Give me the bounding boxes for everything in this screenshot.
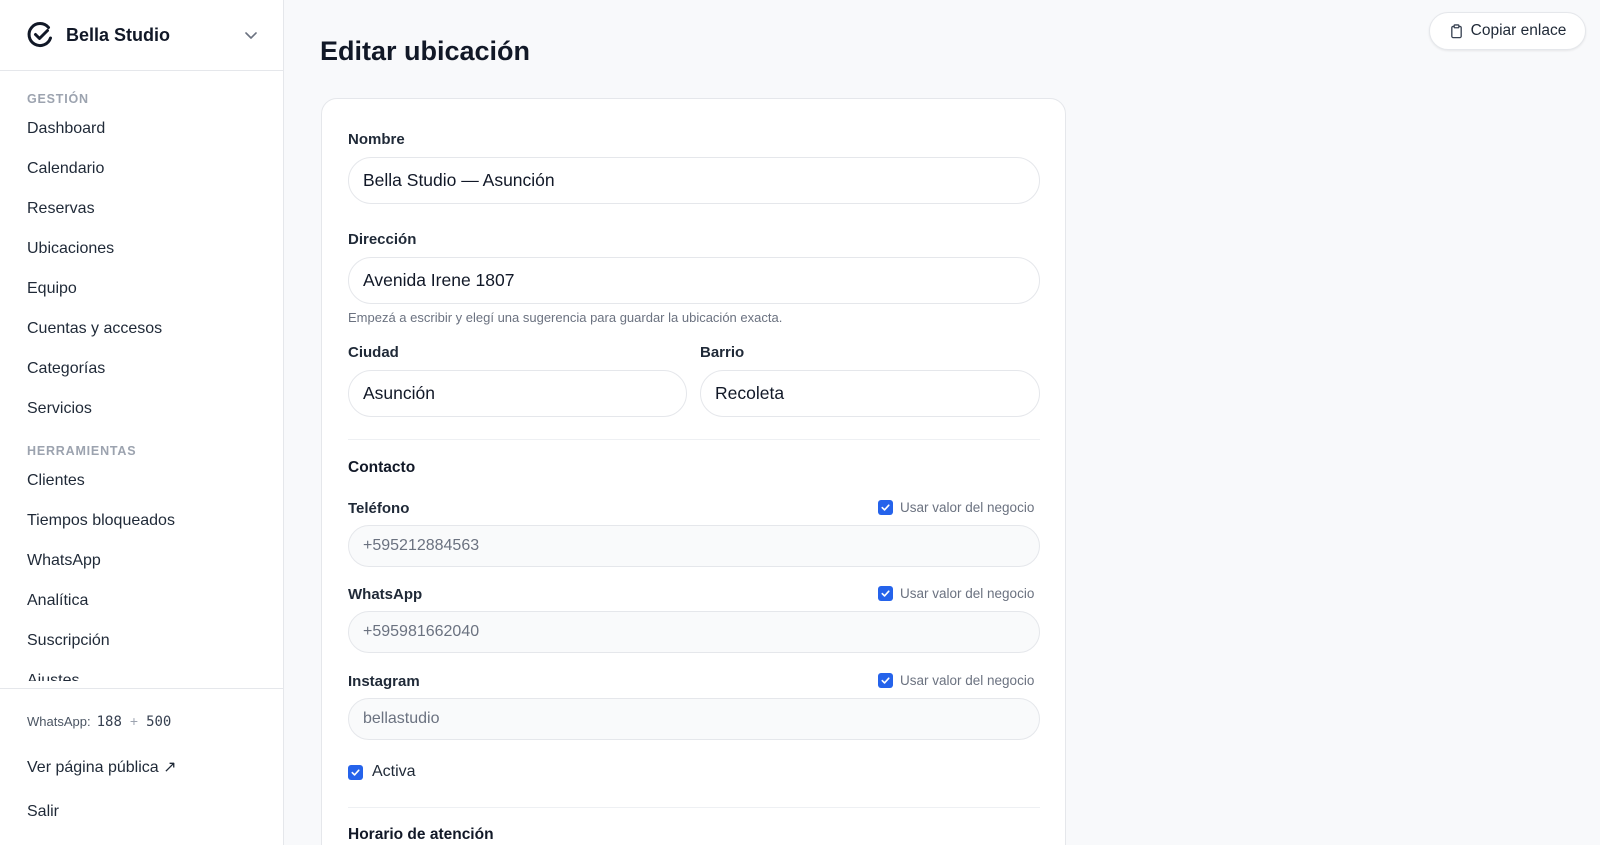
copy-link-button[interactable]: Copiar enlace xyxy=(1429,12,1586,50)
clipboard-icon xyxy=(1449,23,1464,39)
nav-item-whatsapp[interactable]: WhatsApp xyxy=(0,541,283,581)
whatsapp-input[interactable]: +595981662040 xyxy=(348,611,1040,653)
nav-item-ajustes[interactable]: Ajustes xyxy=(0,661,283,681)
chevron-down-icon xyxy=(243,27,259,43)
checkbox-checked-icon[interactable] xyxy=(878,500,893,515)
nav-item-clientes[interactable]: Clientes xyxy=(0,461,283,501)
whatsapp-credits-used: 188 xyxy=(96,714,122,730)
activa-label: Activa xyxy=(372,763,416,780)
whatsapp-use-business[interactable]: Usar valor del negocio xyxy=(878,586,1034,601)
page-title: Editar ubicación xyxy=(320,36,531,66)
instagram-input[interactable]: bellastudio xyxy=(348,698,1040,740)
activa-toggle[interactable]: Activa xyxy=(348,763,416,781)
sidebar-footer: WhatsApp: 188 + 500 Ver página pública ↗… xyxy=(0,688,283,845)
check-circle-logo-icon xyxy=(26,21,54,49)
nombre-input[interactable]: Bella Studio — Asunción xyxy=(348,157,1040,204)
nav-item-categorias[interactable]: Categorías xyxy=(0,349,283,389)
direccion-hint: Empezá a escribir y elegí una sugerencia… xyxy=(348,310,783,325)
telefono-use-business-label: Usar valor del negocio xyxy=(900,500,1035,515)
copy-link-label: Copiar enlace xyxy=(1470,22,1567,39)
whatsapp-label: WhatsApp xyxy=(348,586,423,603)
nav-item-tiempos-bloqueados[interactable]: Tiempos bloqueados xyxy=(0,501,283,541)
business-name: Bella Studio xyxy=(66,24,171,45)
location-form-card: Nombre Bella Studio — Asunción Dirección… xyxy=(321,98,1066,845)
telefono-use-business[interactable]: Usar valor del negocio xyxy=(878,500,1034,515)
nav-item-ubicaciones[interactable]: Ubicaciones xyxy=(0,229,283,269)
barrio-label: Barrio xyxy=(700,344,745,361)
nav-item-suscripcion[interactable]: Suscripción xyxy=(0,621,283,661)
nav-item-servicios[interactable]: Servicios xyxy=(0,389,283,429)
business-switcher[interactable]: Bella Studio xyxy=(0,0,283,71)
barrio-input[interactable]: Recoleta xyxy=(700,370,1040,417)
nav-item-cuentas-accesos[interactable]: Cuentas y accesos xyxy=(0,309,283,349)
divider xyxy=(348,807,1040,808)
instagram-use-business[interactable]: Usar valor del negocio xyxy=(878,673,1034,688)
whatsapp-credits-plus: + xyxy=(129,713,139,729)
direccion-input[interactable]: Avenida Irene 1807 xyxy=(348,257,1040,304)
nav-item-reservas[interactable]: Reservas xyxy=(0,189,283,229)
nav-item-analitica[interactable]: Analítica xyxy=(0,581,283,621)
logout-link[interactable]: Salir xyxy=(27,803,256,821)
nav-item-dashboard[interactable]: Dashboard xyxy=(0,109,283,149)
direccion-label: Dirección xyxy=(348,231,417,248)
checkbox-checked-icon[interactable] xyxy=(878,586,893,601)
public-page-link[interactable]: Ver página pública ↗ xyxy=(27,757,256,777)
instagram-use-business-label: Usar valor del negocio xyxy=(900,673,1035,688)
sidebar: Bella Studio GESTIÓN Dashboard Calendari… xyxy=(0,0,284,845)
nav-section-herramientas: HERRAMIENTAS xyxy=(27,444,137,458)
whatsapp-use-business-label: Usar valor del negocio xyxy=(900,586,1035,601)
divider xyxy=(348,439,1040,440)
telefono-input[interactable]: +595212884563 xyxy=(348,525,1040,567)
sidebar-nav: GESTIÓN Dashboard Calendario Reservas Ub… xyxy=(0,71,283,688)
nav-item-equipo[interactable]: Equipo xyxy=(0,269,283,309)
whatsapp-credits-extra: 500 xyxy=(146,714,172,730)
horario-section-title: Horario de atención xyxy=(348,826,494,843)
whatsapp-credits-label: WhatsApp: xyxy=(27,714,91,729)
contacto-section-title: Contacto xyxy=(348,459,416,476)
ciudad-input[interactable]: Asunción xyxy=(348,370,687,417)
whatsapp-credits: WhatsApp: 188 + 500 xyxy=(27,713,256,730)
telefono-label: Teléfono xyxy=(348,500,410,517)
checkbox-checked-icon[interactable] xyxy=(878,673,893,688)
ciudad-label: Ciudad xyxy=(348,344,399,361)
checkbox-checked-icon[interactable] xyxy=(348,764,363,780)
nav-item-calendario[interactable]: Calendario xyxy=(0,149,283,189)
nav-section-gestion: GESTIÓN xyxy=(27,92,89,106)
nombre-label: Nombre xyxy=(348,131,405,148)
instagram-label: Instagram xyxy=(348,673,420,690)
